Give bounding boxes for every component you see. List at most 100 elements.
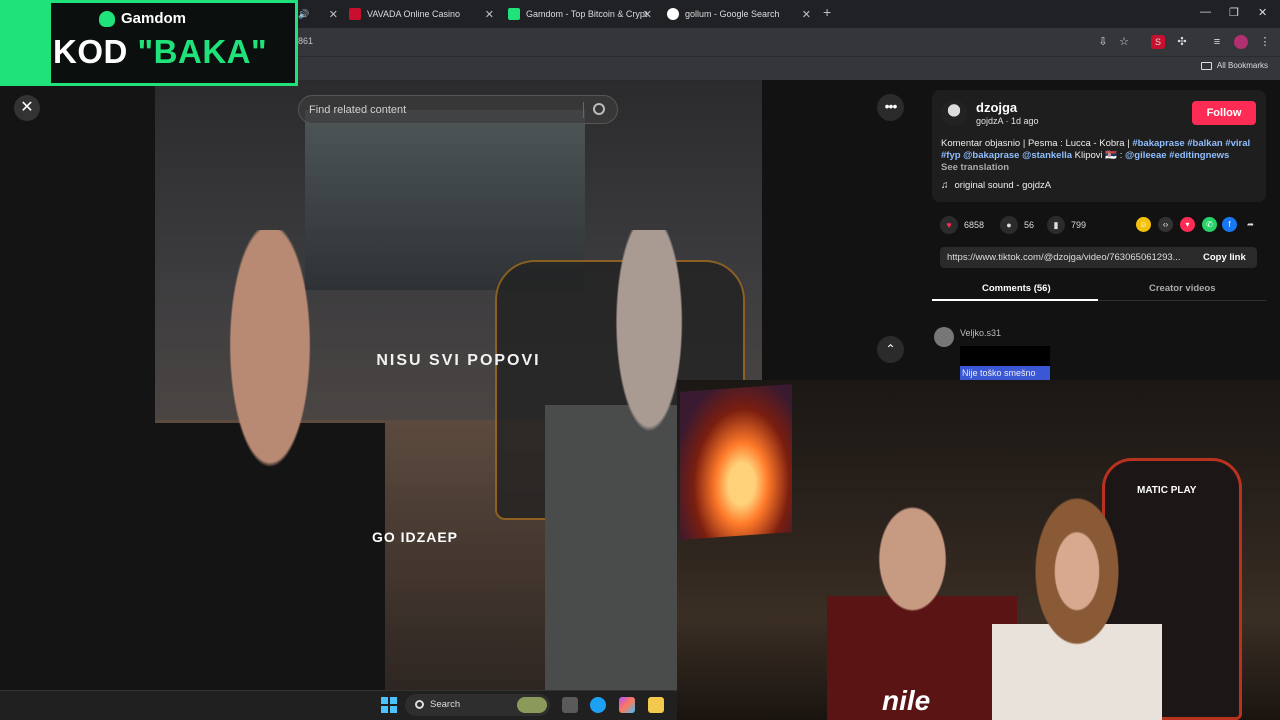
- restore-icon[interactable]: ❐: [1229, 6, 1239, 19]
- copy-link-button[interactable]: Copy link: [1203, 252, 1246, 263]
- shirt-print: nile: [882, 685, 931, 716]
- tab-active-partial[interactable]: 🔊 ✕: [298, 3, 338, 25]
- screen: 🔊 ✕ VAVADA Online Casino ✕ Gamdom - Top …: [0, 0, 1280, 720]
- search-icon: [415, 700, 424, 709]
- hashtags-2[interactable]: #fyp @bakaprase @stankella: [941, 150, 1072, 161]
- related-search[interactable]: [298, 95, 618, 124]
- more-horizontal-icon[interactable]: •••: [877, 94, 904, 121]
- tab-vavada[interactable]: VAVADA Online Casino ✕: [349, 3, 494, 25]
- chevron-up-icon[interactable]: ⌃: [877, 336, 904, 363]
- video-link[interactable]: https://www.tiktok.com/@dzojga/video/763…: [947, 252, 1192, 263]
- comment-count: 56: [1024, 220, 1035, 230]
- sound-label: original sound - gojdzA: [954, 180, 1052, 191]
- comment-avatar[interactable]: [934, 327, 954, 347]
- send-icon[interactable]: ▾: [1180, 217, 1195, 232]
- media-controls-icon[interactable]: ≡: [1210, 35, 1224, 49]
- gamdom-favicon-icon: [508, 8, 520, 20]
- video-player[interactable]: NISU SVI POPOVI GO IDZAEP: [155, 80, 762, 690]
- extension-s-icon[interactable]: S: [1151, 35, 1165, 49]
- promo-code: KOD "BAKA": [53, 33, 267, 71]
- bookmark-icon[interactable]: ▮: [1047, 216, 1065, 234]
- search-highlight-image: [517, 697, 547, 713]
- gamdom-logo-icon: [99, 10, 115, 27]
- save-stat[interactable]: ▮ 799: [1047, 216, 1086, 234]
- window-close-icon[interactable]: ✕: [1258, 6, 1267, 19]
- tab-close-icon[interactable]: ✕: [329, 8, 338, 21]
- profile-avatar-icon[interactable]: [1234, 35, 1248, 49]
- vavada-favicon-icon: [349, 8, 361, 20]
- search-divider: [583, 102, 584, 118]
- like-stat[interactable]: ♥ 6858: [940, 216, 984, 234]
- url-text[interactable]: 861: [298, 36, 313, 46]
- follow-button[interactable]: Follow: [1192, 101, 1256, 125]
- tab-close-icon[interactable]: ✕: [802, 8, 811, 21]
- all-bookmarks-label: All Bookmarks: [1216, 61, 1268, 70]
- heart-icon[interactable]: ♥: [940, 216, 958, 234]
- promo-overlay: Gamdom KOD "BAKA": [0, 0, 298, 86]
- new-tab-button[interactable]: +: [823, 4, 831, 20]
- video-person-left: [155, 230, 385, 690]
- share-arrow-icon[interactable]: ➦: [1243, 217, 1258, 232]
- handle-time: gojdzA · 1d ago: [976, 116, 1039, 126]
- tab-creator-videos[interactable]: Creator videos: [1149, 283, 1216, 294]
- tab-title: VAVADA Online Casino: [367, 9, 461, 19]
- comment-username[interactable]: Veljko.s31: [960, 328, 1001, 338]
- minimize-icon[interactable]: —: [1200, 6, 1211, 18]
- whatsapp-icon[interactable]: ✆: [1202, 217, 1217, 232]
- active-tab-indicator: [932, 299, 1098, 301]
- webcam-overlay: MATIC PLAY nile: [677, 380, 1280, 720]
- like-count: 6858: [964, 220, 985, 230]
- copilot-icon[interactable]: [619, 697, 635, 713]
- windows-start-icon[interactable]: [381, 697, 397, 713]
- menu-kebab-icon[interactable]: ⋮: [1258, 35, 1272, 49]
- avatar[interactable]: [941, 100, 967, 126]
- save-count: 799: [1071, 220, 1087, 230]
- close-icon[interactable]: ✕: [14, 95, 40, 121]
- comment-text: Nije toško smešno: [960, 366, 1050, 380]
- speaker-icon: 🔊: [298, 8, 310, 19]
- tab-gamdom[interactable]: Gamdom - Top Bitcoin & Crypto ✕: [508, 3, 652, 25]
- desc-mid2: :: [1117, 150, 1126, 161]
- extensions-puzzle-icon[interactable]: ✣: [1175, 35, 1189, 49]
- desc-mid: Klipovi: [1072, 150, 1106, 161]
- hashtags-1[interactable]: #bakaprase #balkan #viral: [1132, 138, 1250, 149]
- comment-icon[interactable]: ●: [1000, 216, 1018, 234]
- music-note-icon: ♫: [941, 180, 949, 191]
- comment-image: [960, 346, 1050, 368]
- desc-text: Komentar objasnio | Pesma : Lucca - Kobr…: [941, 138, 1133, 149]
- player-backdrop: [0, 80, 155, 690]
- search-icon[interactable]: [593, 103, 605, 115]
- taskbar-search[interactable]: Search: [405, 694, 550, 716]
- tab-close-icon[interactable]: ✕: [485, 8, 494, 21]
- tab-comments[interactable]: Comments (56): [982, 283, 1051, 294]
- all-bookmarks[interactable]: All Bookmarks: [1200, 61, 1268, 70]
- edge-icon[interactable]: [590, 697, 606, 713]
- folder-icon: [1200, 61, 1212, 70]
- tab-close-icon[interactable]: ✕: [643, 8, 652, 21]
- video-caption-top: NISU SVI POPOVI: [376, 352, 541, 369]
- tab-google[interactable]: gollum - Google Search ✕: [667, 3, 811, 25]
- promo-accent: [3, 3, 51, 83]
- google-favicon-icon: [667, 8, 679, 20]
- file-explorer-icon[interactable]: [648, 697, 664, 713]
- fireplace-screen: [680, 384, 792, 540]
- task-view-icon[interactable]: [562, 697, 578, 713]
- tab-title: gollum - Google Search: [685, 9, 780, 19]
- install-app-icon[interactable]: ⇩: [1096, 35, 1110, 49]
- bookmark-star-icon[interactable]: ☆: [1117, 35, 1131, 49]
- video-caption-bottom: GO IDZAEP: [371, 529, 458, 545]
- comment-stat[interactable]: ● 56: [1000, 216, 1034, 234]
- tab-title: Gamdom - Top Bitcoin & Crypto: [526, 9, 648, 19]
- search-input[interactable]: [309, 102, 569, 118]
- username[interactable]: dzojga: [976, 100, 1017, 115]
- code-value: "BAKA": [137, 33, 268, 70]
- see-translation-link[interactable]: See translation: [941, 162, 1009, 173]
- code-prefix: KOD: [53, 33, 128, 70]
- embed-icon[interactable]: ‹›: [1158, 217, 1173, 232]
- post-description: Komentar objasnio | Pesma : Lucca - Kobr…: [941, 138, 1259, 162]
- repost-icon[interactable]: ☺: [1136, 217, 1151, 232]
- sound-link[interactable]: ♫ original sound - gojdzA: [941, 180, 1051, 191]
- brand-label: Gamdom: [121, 10, 187, 27]
- hashtags-3[interactable]: @gileeae #editingnews: [1125, 150, 1229, 161]
- facebook-icon[interactable]: f: [1222, 217, 1237, 232]
